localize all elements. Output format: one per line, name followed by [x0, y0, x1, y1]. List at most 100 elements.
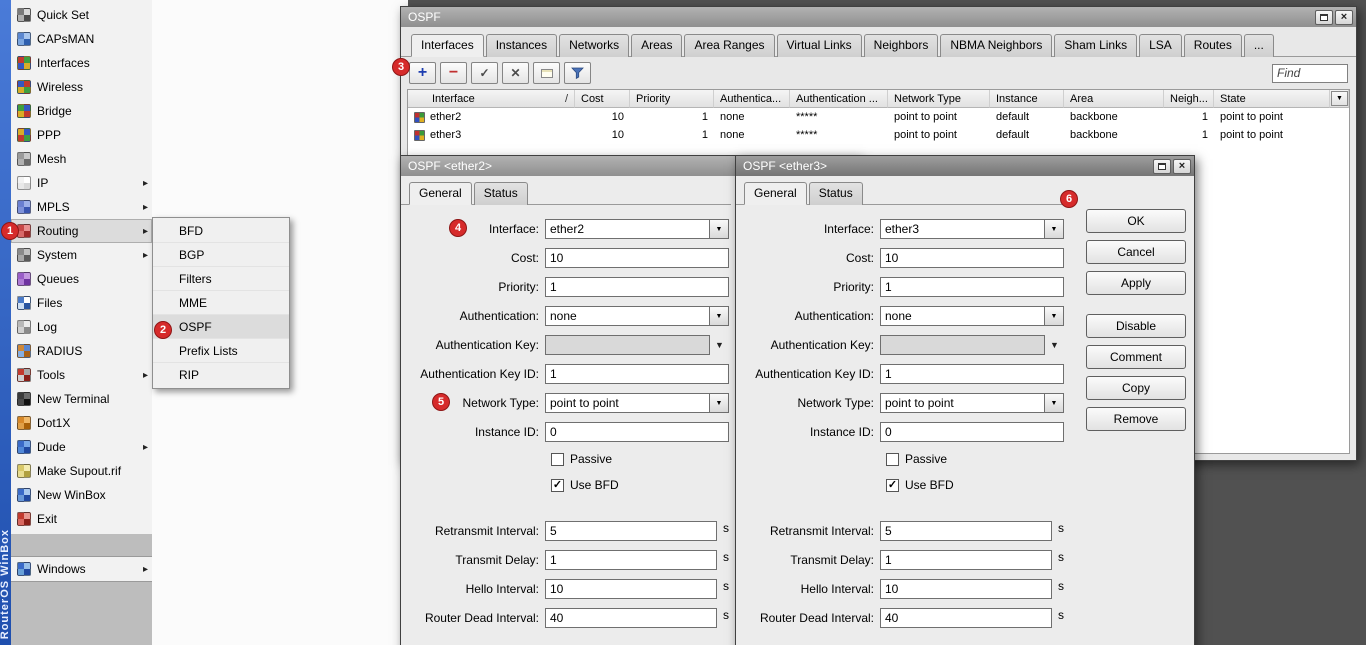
tab-lsa[interactable]: LSA — [1139, 34, 1182, 57]
instance-id-input[interactable] — [880, 422, 1064, 442]
instance-id-input[interactable] — [545, 422, 729, 442]
sidebar-item-exit[interactable]: Exit — [11, 507, 152, 531]
passive-checkbox[interactable] — [551, 453, 564, 466]
sidebar-item-tools[interactable]: Tools▸ — [11, 363, 152, 387]
tab-interfaces[interactable]: Interfaces — [411, 34, 484, 57]
priority-input[interactable] — [880, 277, 1064, 297]
enable-button[interactable]: ✓ — [471, 62, 498, 84]
authentication-key-input[interactable] — [880, 335, 1045, 355]
column-header-instance[interactable]: Instance — [990, 90, 1064, 108]
sidebar-item-bridge[interactable]: Bridge — [11, 99, 152, 123]
add-button[interactable]: + — [409, 62, 436, 84]
ok-button[interactable]: OK — [1086, 209, 1186, 233]
sidebar-item-dude[interactable]: Dude▸ — [11, 435, 152, 459]
disable-button[interactable]: ✕ — [502, 62, 529, 84]
tab-routes[interactable]: Routes — [1184, 34, 1242, 57]
sidebar-item-routing[interactable]: Routing▸ — [11, 219, 152, 243]
maximize-button[interactable] — [1153, 159, 1171, 174]
column-header-authentication-key[interactable]: Authentication ... — [790, 90, 888, 108]
copy-button[interactable]: Copy — [1086, 376, 1186, 400]
column-header-area[interactable]: Area — [1064, 90, 1164, 108]
tab-virtual-links[interactable]: Virtual Links — [777, 34, 862, 57]
sidebar-item-interfaces[interactable]: Interfaces — [11, 51, 152, 75]
submenu-item-bgp[interactable]: BGP — [153, 243, 289, 267]
submenu-item-filters[interactable]: Filters — [153, 267, 289, 291]
sidebar-item-log[interactable]: Log — [11, 315, 152, 339]
sidebar-item-new-terminal[interactable]: New Terminal — [11, 387, 152, 411]
cost-input[interactable] — [545, 248, 729, 268]
interface-input[interactable] — [880, 219, 1045, 239]
sidebar-item-mpls[interactable]: MPLS▸ — [11, 195, 152, 219]
submenu-item-ospf[interactable]: OSPF — [153, 315, 289, 339]
sidebar-item-mesh[interactable]: Mesh — [11, 147, 152, 171]
dropdown-button[interactable]: ▼ — [710, 306, 729, 326]
tab-nbma-neighbors[interactable]: NBMA Neighbors — [940, 34, 1052, 57]
submenu-item-prefix-lists[interactable]: Prefix Lists — [153, 339, 289, 363]
apply-button[interactable]: Apply — [1086, 271, 1186, 295]
remove-button[interactable]: − — [440, 62, 467, 84]
close-button[interactable]: × — [1173, 159, 1191, 174]
tab-general[interactable]: General — [744, 182, 807, 205]
authentication-key-id-input[interactable] — [880, 364, 1064, 384]
authentication-key-id-input[interactable] — [545, 364, 729, 384]
chevron-down-icon[interactable]: ▼ — [1045, 335, 1064, 355]
table-row-ether3[interactable]: ether3 10 1 none ***** point to point de… — [408, 126, 1349, 144]
maximize-button[interactable] — [1315, 10, 1333, 25]
use-bfd-checkbox[interactable] — [551, 479, 564, 492]
retransmit-interval-input[interactable] — [880, 521, 1052, 541]
tab-area-ranges[interactable]: Area Ranges — [684, 34, 774, 57]
sidebar-item-queues[interactable]: Queues — [11, 267, 152, 291]
dropdown-button[interactable]: ▼ — [1045, 219, 1064, 239]
comment-button[interactable] — [533, 62, 560, 84]
priority-input[interactable] — [545, 277, 729, 297]
column-header-neighbors[interactable]: Neigh... — [1164, 90, 1214, 108]
column-header-state[interactable]: State — [1214, 90, 1330, 108]
sidebar-item-radius[interactable]: RADIUS — [11, 339, 152, 363]
tab-status[interactable]: Status — [474, 182, 528, 205]
sidebar-item-dot1x[interactable]: Dot1X — [11, 411, 152, 435]
disable-button[interactable]: Disable — [1086, 314, 1186, 338]
dropdown-button[interactable]: ▼ — [710, 219, 729, 239]
sidebar-item-wireless[interactable]: Wireless — [11, 75, 152, 99]
router-dead-interval-input[interactable] — [545, 608, 717, 628]
sidebar-item-ip[interactable]: IP▸ — [11, 171, 152, 195]
authentication-input[interactable] — [880, 306, 1045, 326]
sidebar-item-system[interactable]: System▸ — [11, 243, 152, 267]
tab-more[interactable]: ... — [1244, 34, 1274, 57]
filter-button[interactable] — [564, 62, 591, 84]
router-dead-interval-input[interactable] — [880, 608, 1052, 628]
sidebar-item-capsman[interactable]: CAPsMAN — [11, 27, 152, 51]
network-type-input[interactable] — [545, 393, 710, 413]
column-header-interface[interactable]: Interface/ — [408, 90, 575, 108]
retransmit-interval-input[interactable] — [545, 521, 717, 541]
use-bfd-checkbox[interactable] — [886, 479, 899, 492]
authentication-key-input[interactable] — [545, 335, 710, 355]
cancel-button[interactable]: Cancel — [1086, 240, 1186, 264]
find-input[interactable] — [1272, 64, 1348, 83]
transmit-delay-input[interactable] — [880, 550, 1052, 570]
network-type-input[interactable] — [880, 393, 1045, 413]
cost-input[interactable] — [880, 248, 1064, 268]
comment-button[interactable]: Comment — [1086, 345, 1186, 369]
submenu-item-mme[interactable]: MME — [153, 291, 289, 315]
column-header-priority[interactable]: Priority — [630, 90, 714, 108]
dropdown-button[interactable]: ▼ — [1045, 393, 1064, 413]
column-selector-button[interactable]: ▼ — [1331, 91, 1348, 106]
dropdown-button[interactable]: ▼ — [1045, 306, 1064, 326]
column-header-cost[interactable]: Cost — [575, 90, 630, 108]
tab-sham-links[interactable]: Sham Links — [1054, 34, 1137, 57]
submenu-item-bfd[interactable]: BFD — [153, 219, 289, 243]
authentication-input[interactable] — [545, 306, 710, 326]
column-header-network-type[interactable]: Network Type — [888, 90, 990, 108]
chevron-down-icon[interactable]: ▼ — [710, 335, 729, 355]
sidebar-item-files[interactable]: Files — [11, 291, 152, 315]
tab-instances[interactable]: Instances — [486, 34, 557, 57]
column-header-authentication[interactable]: Authentica... — [714, 90, 790, 108]
hello-interval-input[interactable] — [880, 579, 1052, 599]
ospf-window-titlebar[interactable]: OSPF × — [401, 7, 1356, 27]
tab-areas[interactable]: Areas — [631, 34, 682, 57]
close-button[interactable]: × — [1335, 10, 1353, 25]
sidebar-item-make-supout[interactable]: Make Supout.rif — [11, 459, 152, 483]
dialog-titlebar[interactable]: OSPF <ether3> × — [736, 156, 1194, 176]
table-row-ether2[interactable]: ether2 10 1 none ***** point to point de… — [408, 108, 1349, 126]
